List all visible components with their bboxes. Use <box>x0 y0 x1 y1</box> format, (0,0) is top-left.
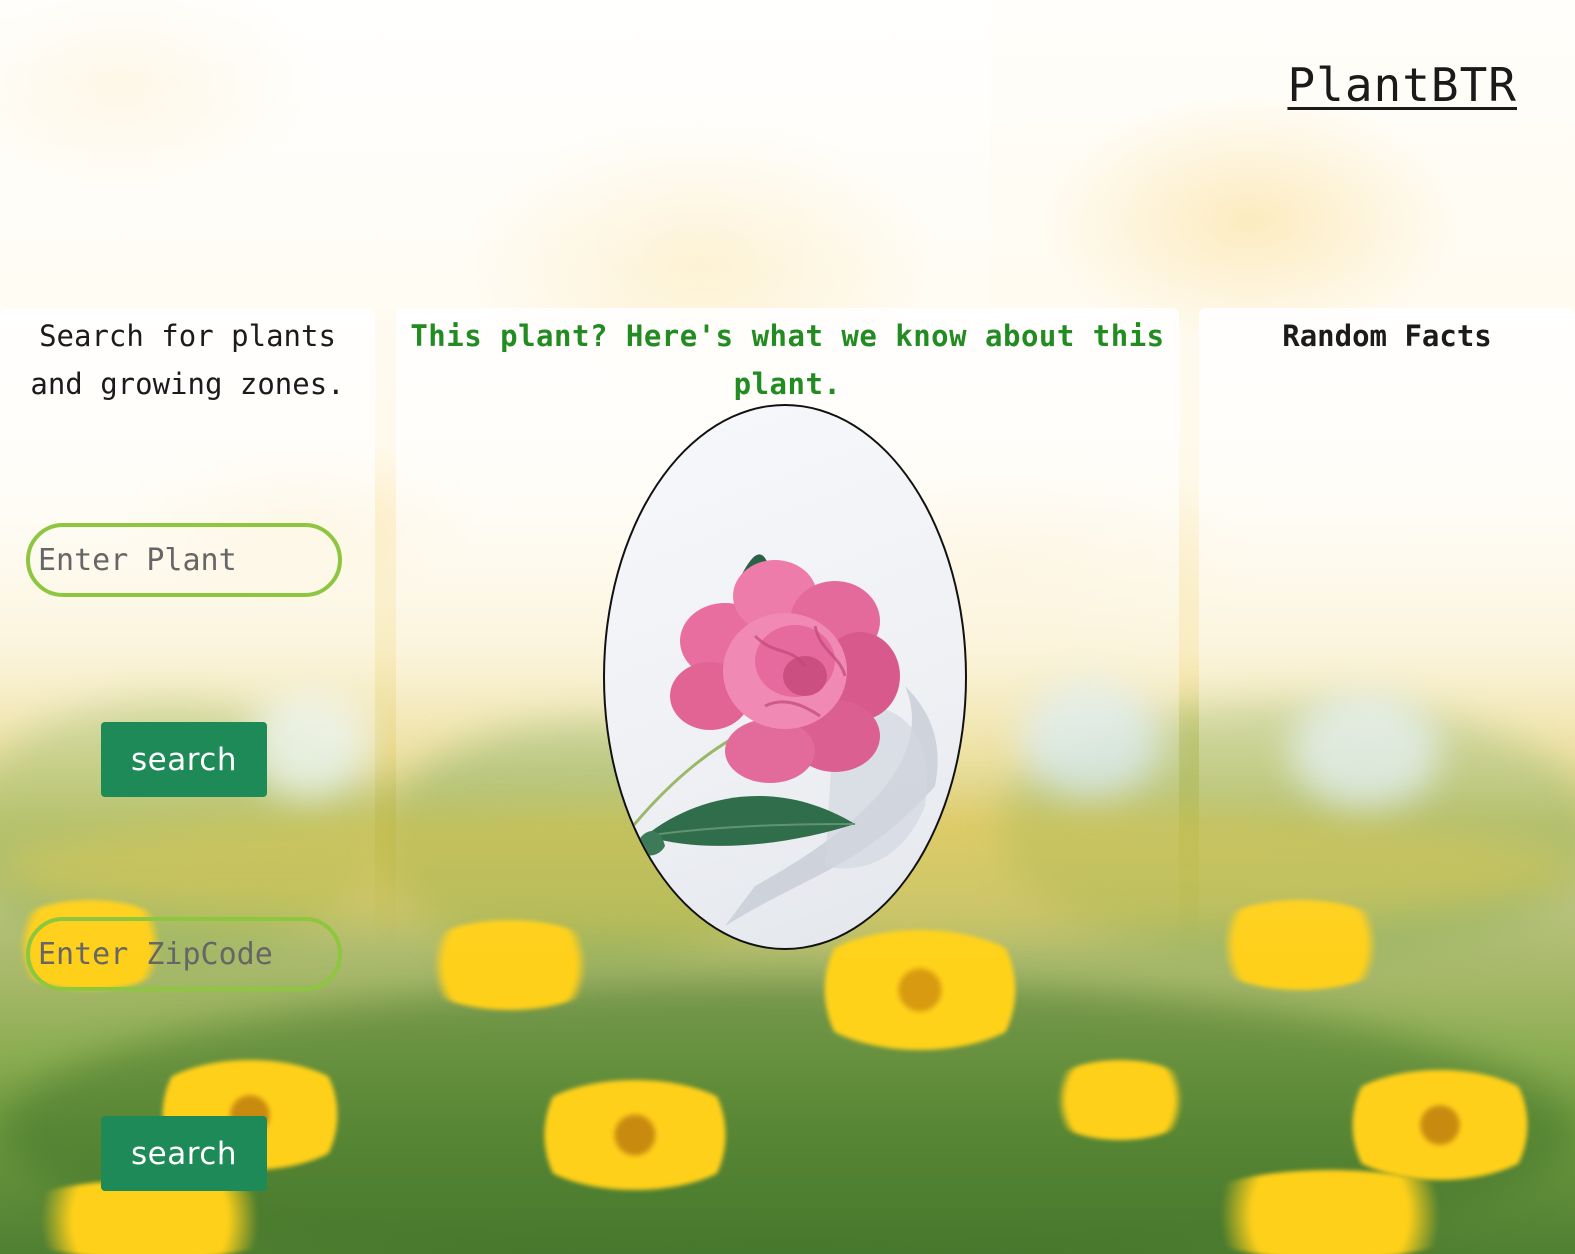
search-panel-heading: Search for plants and growing zones. <box>30 319 345 401</box>
site-title-link[interactable]: PlantBTR <box>1287 58 1517 112</box>
plant-search-button[interactable]: search <box>101 722 267 797</box>
zipcode-search-input[interactable] <box>26 917 342 991</box>
random-facts-panel: Random Facts <box>1199 308 1575 1243</box>
plant-image <box>603 404 967 950</box>
plant-info-heading: This plant? Here's what we know about th… <box>410 319 1165 401</box>
pink-peony-flower-icon <box>631 554 938 926</box>
plant-search-input[interactable] <box>26 523 342 597</box>
plant-info-panel: This plant? Here's what we know about th… <box>396 308 1179 1243</box>
zipcode-search-button[interactable]: search <box>101 1116 267 1191</box>
random-facts-heading: Random Facts <box>1282 319 1492 353</box>
search-panel: Search for plants and growing zones. sea… <box>0 308 375 1243</box>
